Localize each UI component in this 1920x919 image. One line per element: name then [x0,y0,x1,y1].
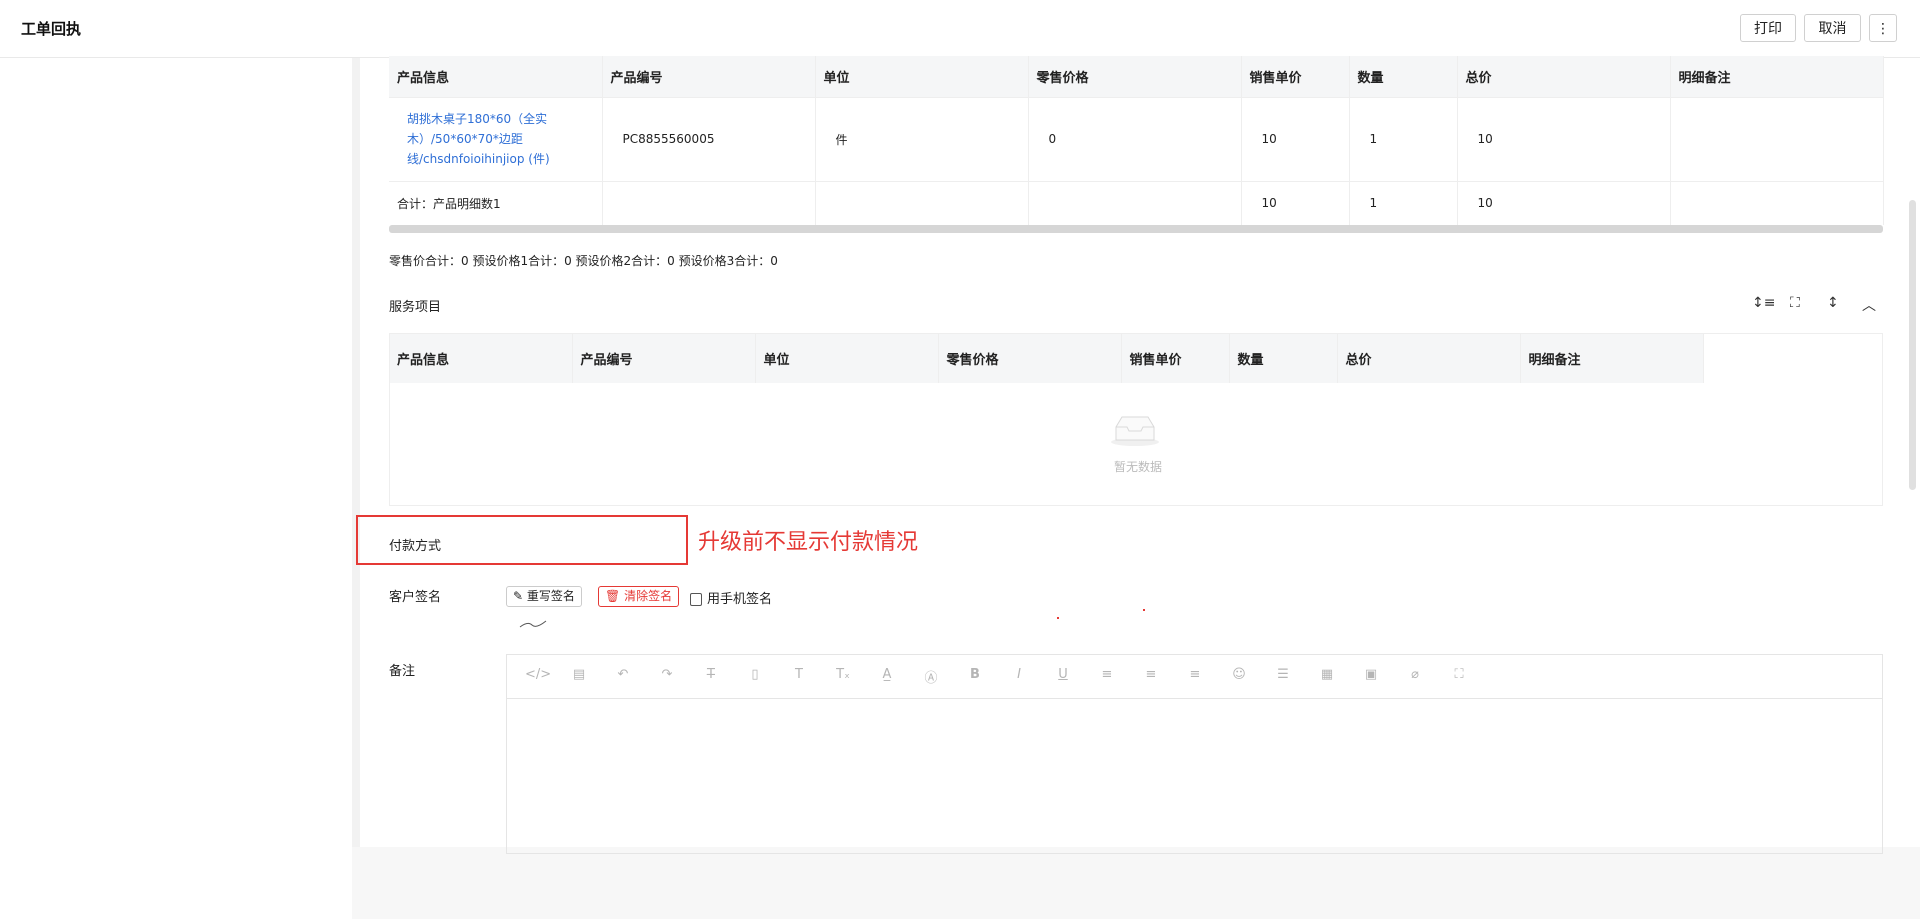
retail-price-cell: 0 [1028,96,1242,181]
undo-icon[interactable]: ↶ [613,667,633,682]
service-section-title: 服务项目 [389,300,442,315]
vertical-scrollbar[interactable] [1909,200,1916,490]
font-color-icon[interactable]: A̲ [877,667,897,682]
table-icon[interactable]: ▦ [1317,667,1337,682]
template-icon[interactable]: ▤ [569,667,589,682]
align-left-icon[interactable]: ≡ [1097,667,1117,682]
signature-dot [1143,609,1145,611]
remark-cell [1670,96,1884,181]
empty-text: 暂无数据 [1113,460,1162,474]
total-label-cell: 合计：产品明细数1 [389,180,603,225]
redo-icon[interactable]: ↷ [657,667,677,682]
rewrite-signature-button[interactable]: ✎ 重写签名 [506,586,582,607]
product-code-cell: PC8855560005 [602,96,816,181]
print-button[interactable]: 打印 [1740,14,1796,42]
image-icon[interactable]: ▣ [1361,667,1381,682]
column-header: 总价 [1457,56,1671,97]
emoji-icon[interactable]: ☺ [1229,667,1249,682]
mobile-signature-checkbox[interactable]: 用手机签名 [690,588,772,607]
document-icon[interactable]: ▯ [745,667,765,682]
align-center-icon[interactable]: ≡ [1141,667,1161,682]
price-summary: 零售价合计：0 预设价格1合计：0 预设价格2合计：0 预设价格3合计：0 [389,254,778,268]
table-row: 胡挑木桌子180*60（全实 木）/50*60*70*边距 线/chsdnfoi… [389,96,1884,181]
fullscreen-icon[interactable]: ⛶ [1790,295,1800,311]
column-header: 产品信息 [389,56,603,97]
remark-editor[interactable]: </> ▤ ↶ ↷ T̶ ▯ T Tₓ A̲ Ⓐ B I U ≡ ≡ ≡ ☺ ☰… [506,654,1883,854]
total-sale-price-cell: 10 [1241,180,1350,225]
clear-signature-button[interactable]: 🗑 清除签名 [598,586,680,607]
row-height-icon[interactable]: ↕≡ [1752,295,1775,311]
column-resize-icon[interactable]: ↕ [1827,295,1839,311]
column-header: 明细备注 [1670,56,1884,97]
bottom-area [352,847,1920,919]
font-icon[interactable]: T [789,667,809,682]
product-table: 产品信息 产品编号 单位 零售价格 销售单价 数量 总价 明细备注 胡挑木桌子1… [389,56,1884,225]
editor-toolbar: </> ▤ ↶ ↷ T̶ ▯ T Tₓ A̲ Ⓐ B I U ≡ ≡ ≡ ☺ ☰… [507,655,1882,699]
unit-cell: 件 [815,96,1029,181]
pen-icon: ✎ [513,589,524,603]
more-menu-button[interactable]: ⋮ [1869,14,1897,42]
total-total-cell: 10 [1457,180,1671,225]
signature-label: 客户签名 [389,590,442,605]
bold-icon[interactable]: B [965,667,985,682]
column-header: 数量 [1349,56,1458,97]
quantity-cell: 1 [1349,96,1458,181]
product-link[interactable]: 胡挑木桌子180*60（全实 木）/50*60*70*边距 线/chsdnfoi… [397,109,594,169]
background-color-icon[interactable]: Ⓐ [921,667,941,686]
empty-inbox-icon [1111,416,1159,446]
remark-label: 备注 [389,664,416,679]
product-info-cell[interactable]: 胡挑木桌子180*60（全实 木）/50*60*70*边距 线/chsdnfoi… [389,96,603,181]
payment-label: 付款方式 [389,539,442,554]
fullscreen-editor-icon[interactable]: ⛶ [1449,667,1469,682]
attachment-icon[interactable]: ⌀ [1405,667,1425,682]
table-total-row: 合计：产品明细数1 10 1 10 [389,180,1884,225]
trash-icon: 🗑 [605,589,621,603]
clear-format-icon[interactable]: Tₓ [833,667,853,682]
underline-icon[interactable]: U [1053,667,1073,682]
signature-stroke [519,620,547,628]
checkbox-icon[interactable] [690,593,702,606]
top-bar: 工单回执 打印 取消 ⋮ [0,0,1920,58]
divider-icon[interactable]: ☰ [1273,667,1293,682]
italic-icon[interactable]: I [1009,667,1029,682]
cancel-button[interactable]: 取消 [1804,14,1861,42]
total-cell: 10 [1457,96,1671,181]
align-right-icon[interactable]: ≡ [1185,667,1205,682]
strikethrough-icon[interactable]: T̶ [701,667,721,682]
code-icon[interactable]: </> [525,667,551,682]
collapse-icon[interactable]: ︿ [1862,295,1876,315]
column-header: 零售价格 [1028,56,1242,97]
total-quantity-cell: 1 [1349,180,1458,225]
left-gutter [352,58,360,919]
annotation-text: 升级前不显示付款情况 [698,530,919,555]
column-header: 销售单价 [1241,56,1350,97]
column-header: 产品编号 [602,56,816,97]
horizontal-scrollbar[interactable] [389,225,1883,233]
sale-price-cell: 10 [1241,96,1350,181]
page-title: 工单回执 [21,20,82,38]
column-header: 单位 [815,56,1029,97]
signature-dot [1057,617,1059,619]
